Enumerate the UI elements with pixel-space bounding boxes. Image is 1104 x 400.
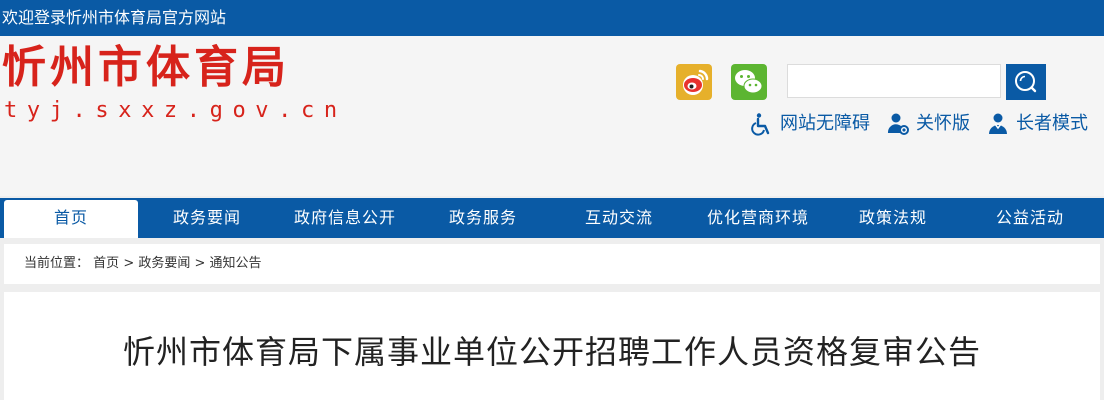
search-button[interactable]: [1006, 64, 1046, 100]
barrier-free-label: 网站无障碍: [780, 113, 870, 134]
article-content: 忻州市体育局下属事业单位公开招聘工作人员资格复审公告: [4, 292, 1100, 400]
elder-mode-link[interactable]: 长者模式: [986, 110, 1088, 138]
breadcrumb-government-news[interactable]: 政务要闻: [138, 256, 190, 271]
main-nav: 首页 政务要闻 政府信息公开 政务服务 互动交流 优化营商环境 政策法规 公益活…: [0, 198, 1104, 238]
search-icon: [1015, 71, 1037, 93]
nav-item-public-welfare[interactable]: 公益活动: [960, 198, 1100, 238]
wechat-icon[interactable]: [731, 64, 767, 100]
article-title: 忻州市体育局下属事业单位公开招聘工作人员资格复审公告: [122, 333, 981, 371]
care-version-link[interactable]: 关怀版: [886, 110, 970, 138]
nav-item-policies[interactable]: 政策法规: [828, 198, 958, 238]
nav-item-government-services[interactable]: 政务服务: [416, 198, 550, 238]
breadcrumb-separator: >: [194, 256, 210, 271]
elder-mode-label: 长者模式: [1016, 113, 1088, 134]
nav-item-info-disclosure[interactable]: 政府信息公开: [276, 198, 414, 238]
care-user-icon: [886, 112, 910, 136]
elder-user-icon: [986, 112, 1010, 136]
site-logo-title[interactable]: 忻州市体育局: [2, 42, 290, 94]
breadcrumb-prefix: 当前位置：: [24, 256, 90, 271]
care-version-label: 关怀版: [916, 113, 970, 134]
wheelchair-icon: [750, 112, 774, 136]
barrier-free-link[interactable]: 网站无障碍: [750, 110, 870, 138]
search-input[interactable]: [787, 64, 1001, 98]
top-welcome-bar: 欢迎登录忻州市体育局官方网站: [0, 0, 1104, 36]
weibo-icon[interactable]: [676, 64, 712, 100]
nav-item-government-news[interactable]: 政务要闻: [140, 198, 274, 238]
breadcrumb-home[interactable]: 首页: [93, 256, 119, 271]
breadcrumb: 当前位置： 首页 > 政务要闻 > 通知公告: [4, 244, 1100, 284]
site-logo-url: tyj.sxxz.gov.cn: [4, 98, 347, 123]
nav-item-home[interactable]: 首页: [4, 200, 138, 238]
welcome-text: 欢迎登录忻州市体育局官方网站: [2, 8, 227, 27]
nav-item-interaction[interactable]: 互动交流: [552, 198, 686, 238]
nav-item-business-environment[interactable]: 优化营商环境: [688, 198, 828, 238]
breadcrumb-notices[interactable]: 通知公告: [210, 256, 262, 271]
breadcrumb-separator: >: [123, 256, 139, 271]
